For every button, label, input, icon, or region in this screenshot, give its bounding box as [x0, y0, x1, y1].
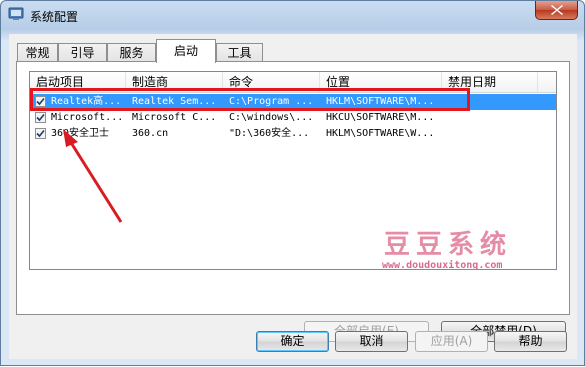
dialog-client: 常规 引导 服务 启动 工具 启动项目 制造商 命令 位置 禁用日期 Realt…: [9, 34, 577, 359]
cell-disabled-date: [448, 126, 538, 142]
cell-maker: Microsoft C...: [132, 112, 217, 123]
row-checkbox[interactable]: [35, 128, 46, 139]
checkmark-icon: [36, 129, 45, 138]
table-row[interactable]: 360安全卫士 360.cn "D:\360安全... HKLM\SOFTWAR…: [30, 126, 556, 142]
watermark-url: www.doudouxitong.com: [382, 260, 503, 271]
title-bar[interactable]: 系统配置: [1, 1, 584, 29]
highlight-box: [30, 88, 470, 111]
system-config-window: 系统配置 常规 引导 服务 启动 工具 启动项目 制造商 命令 位置 禁用日期: [0, 0, 585, 366]
close-button[interactable]: [535, 1, 578, 20]
cell-item: 360安全卫士: [51, 128, 110, 139]
cell-location: HKLM\SOFTWARE\W...: [326, 128, 435, 139]
msconfig-icon: [8, 7, 24, 21]
cell-maker: 360.cn: [132, 128, 169, 139]
cell-disabled-date: [448, 110, 538, 126]
tab-tools[interactable]: 工具: [216, 43, 263, 62]
window-title: 系统配置: [30, 10, 79, 24]
table-row[interactable]: Microsoft... Microsoft C... C:\windows\.…: [30, 110, 556, 126]
cell-command: "D:\360安全...: [229, 128, 310, 139]
ok-button[interactable]: 确定: [256, 331, 329, 352]
cell-location: HKCU\SOFTWARE\M...: [326, 112, 435, 123]
tab-boot[interactable]: 引导: [58, 43, 107, 62]
checkmark-icon: [36, 113, 45, 122]
cell-item: Microsoft...: [51, 112, 124, 123]
tab-services[interactable]: 服务: [107, 43, 156, 62]
cancel-button[interactable]: 取消: [335, 331, 408, 352]
row-checkbox[interactable]: [35, 112, 46, 123]
help-button[interactable]: 帮助: [494, 331, 567, 352]
apply-button[interactable]: 应用(A): [415, 331, 488, 352]
tab-general[interactable]: 常规: [17, 43, 58, 62]
close-icon: [551, 5, 563, 15]
cell-command: C:\windows\...: [229, 112, 314, 123]
watermark-logo: 豆豆系统: [384, 230, 513, 260]
tab-startup[interactable]: 启动: [156, 39, 216, 63]
